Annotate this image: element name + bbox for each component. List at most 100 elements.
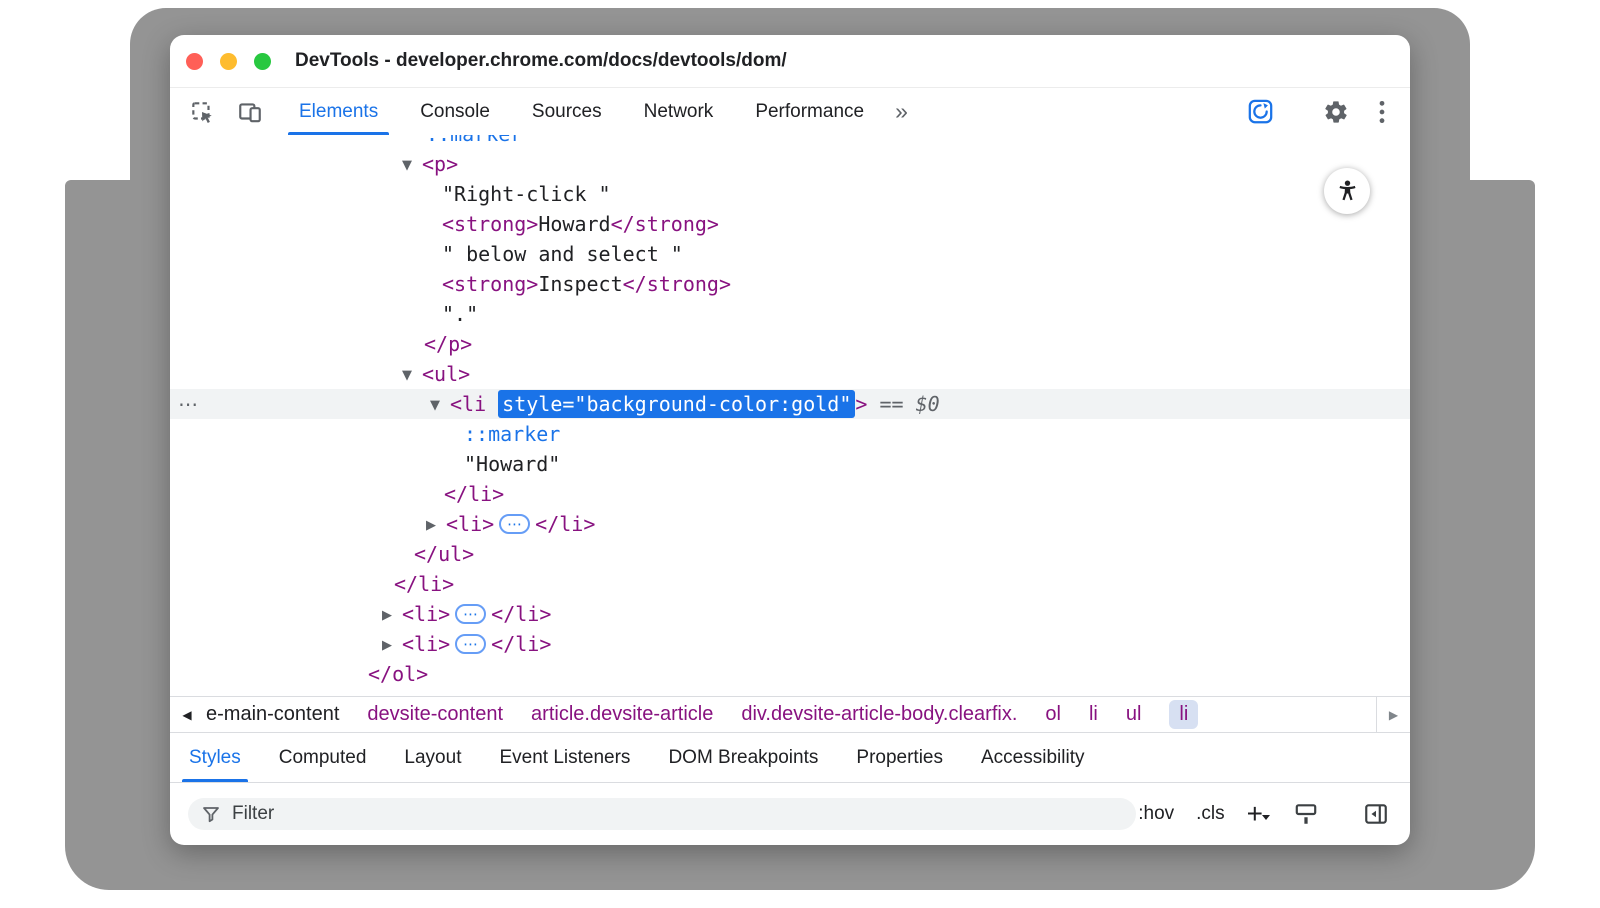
token-tag: <strong> [442,272,538,296]
tree-line[interactable]: ▶<li>⋯</li> [170,509,1410,539]
more-tabs-icon[interactable]: » [895,98,908,125]
tree-line[interactable]: <strong>Howard</strong> [170,209,1410,239]
token-tag: > [855,392,867,416]
tree-line[interactable]: " below and select " [170,239,1410,269]
disclosure-triangle-icon[interactable]: ▶ [426,511,446,541]
token-tag: </li> [491,602,551,626]
token-sel: style="background-color:gold" [498,390,855,418]
tab-network[interactable]: Network [623,88,735,135]
disclosure-triangle-icon[interactable]: ▶ [382,601,402,631]
token-tag: </ul> [414,542,474,566]
tab-console[interactable]: Console [399,88,511,135]
token-pseudo: ::marker [426,135,522,146]
token-tag: </ol> [368,662,428,686]
tree-line[interactable]: "." [170,299,1410,329]
close-button[interactable] [186,53,203,70]
token-eq: == [867,392,915,416]
toggle-sidebar-icon[interactable] [1362,800,1390,828]
paint-roller-icon[interactable] [1292,800,1320,828]
filter-funnel-icon [201,804,221,824]
tree-line[interactable]: </p> [170,329,1410,359]
row-overflow-icon[interactable]: ⋯ [178,389,198,419]
disclosure-triangle-icon[interactable]: ▼ [402,151,422,181]
main-toolbar: ElementsConsoleSourcesNetworkPerformance… [170,88,1410,135]
tab-event-listeners[interactable]: Event Listeners [480,733,649,782]
tree-line-selected-li[interactable]: ⋯▼<li style="background-color:gold"> == … [170,389,1410,419]
tree-line[interactable]: </li> [170,479,1410,509]
tree-line-p-open[interactable]: ▼<p> [170,149,1410,179]
tree-line[interactable]: "Howard" [170,449,1410,479]
disclosure-triangle-icon[interactable]: ▼ [402,361,422,391]
breadcrumb-scroll-left-icon[interactable]: ◀ [170,708,204,722]
expand-ellipsis-button[interactable]: ⋯ [455,604,486,624]
element-classes-button[interactable]: .cls [1196,803,1225,825]
tab-accessibility[interactable]: Accessibility [962,733,1103,782]
traffic-lights [186,53,271,70]
breadcrumb-item[interactable]: e-main-content [206,703,339,726]
token-tag: <li> [402,632,450,656]
tree-line[interactable]: "Right-click " [170,179,1410,209]
tree-line[interactable]: ::marker [170,419,1410,449]
toggle-element-state-button[interactable]: :hov [1138,803,1174,825]
sync-icon[interactable] [1246,98,1274,126]
token-tag: </li> [491,632,551,656]
tab-dom-breakpoints[interactable]: DOM Breakpoints [649,733,837,782]
token-dollar: $0 [916,392,940,416]
inspect-icon[interactable] [188,98,216,126]
minimize-button[interactable] [220,53,237,70]
filter-input[interactable]: Filter [188,798,1136,830]
tab-elements[interactable]: Elements [278,88,399,135]
panel-tabs: ElementsConsoleSourcesNetworkPerformance [278,88,885,135]
tree-line[interactable]: <strong>Inspect</strong> [170,269,1410,299]
accessibility-button[interactable] [1324,168,1370,214]
expand-ellipsis-button[interactable]: ⋯ [455,634,486,654]
tree-line[interactable]: </li> [170,569,1410,599]
device-toolbar-icon[interactable] [236,98,264,126]
token-tag: <ul> [422,362,470,386]
breadcrumb-items: e-main-content devsite-content article.dev… [204,700,1376,729]
kebab-menu-icon[interactable] [1378,99,1386,125]
filter-placeholder: Filter [232,803,274,825]
titlebar: DevTools - developer.chrome.com/docs/dev… [170,35,1410,88]
token-text: " below and select " [442,242,683,266]
tab-computed[interactable]: Computed [260,733,386,782]
tree-line[interactable]: ▶<li>⋯</li> [170,599,1410,629]
token-tag: <strong> [442,212,538,236]
tab-styles[interactable]: Styles [170,733,260,782]
breadcrumb-item[interactable]: div.devsite-article-body.clearfix. [741,703,1017,726]
breadcrumb-item[interactable]: ul [1126,703,1142,726]
breadcrumb-item[interactable]: devsite-content [367,703,503,726]
new-style-rule-button[interactable]: + [1247,803,1270,825]
tab-properties[interactable]: Properties [837,733,962,782]
token-tag: </strong> [611,212,719,236]
token-text: Inspect [538,272,622,296]
token-tag: <p> [422,152,458,176]
token-tag: </li> [444,482,504,506]
dom-tree: ::marker▼<p>"Right-click "<strong>Howard… [170,135,1410,696]
dropdown-caret-icon [1262,815,1270,824]
disclosure-triangle-icon[interactable]: ▼ [430,391,450,421]
tab-performance[interactable]: Performance [734,88,885,135]
gear-icon[interactable] [1322,98,1350,126]
breadcrumb-item[interactable]: article.devsite-article [531,703,713,726]
breadcrumb-item[interactable]: ol [1045,703,1061,726]
maximize-button[interactable] [254,53,271,70]
tree-line-marker-clipped[interactable]: ::marker [170,135,1410,149]
tree-line[interactable]: ▶<li>⋯</li> [170,629,1410,659]
tree-line[interactable]: </ol> [170,659,1410,689]
token-tag: </li> [394,572,454,596]
breadcrumb-item[interactable]: li [1089,703,1098,726]
breadcrumb-scroll-right-icon[interactable]: ▶ [1376,697,1410,732]
breadcrumb-item[interactable]: li [1169,700,1198,729]
plus-icon: + [1247,803,1263,825]
tree-line-ul-open[interactable]: ▼<ul> [170,359,1410,389]
token-text: "Howard" [464,452,560,476]
token-pseudo: ::marker [464,422,560,446]
tab-sources[interactable]: Sources [511,88,623,135]
tab-layout[interactable]: Layout [385,733,480,782]
disclosure-triangle-icon[interactable]: ▶ [382,631,402,661]
tree-line[interactable]: </ul> [170,539,1410,569]
expand-ellipsis-button[interactable]: ⋯ [499,514,530,534]
figure-stage: DevTools - developer.chrome.com/docs/dev… [0,0,1600,908]
sidebar-tabs: StylesComputedLayoutEvent ListenersDOM B… [170,733,1410,783]
